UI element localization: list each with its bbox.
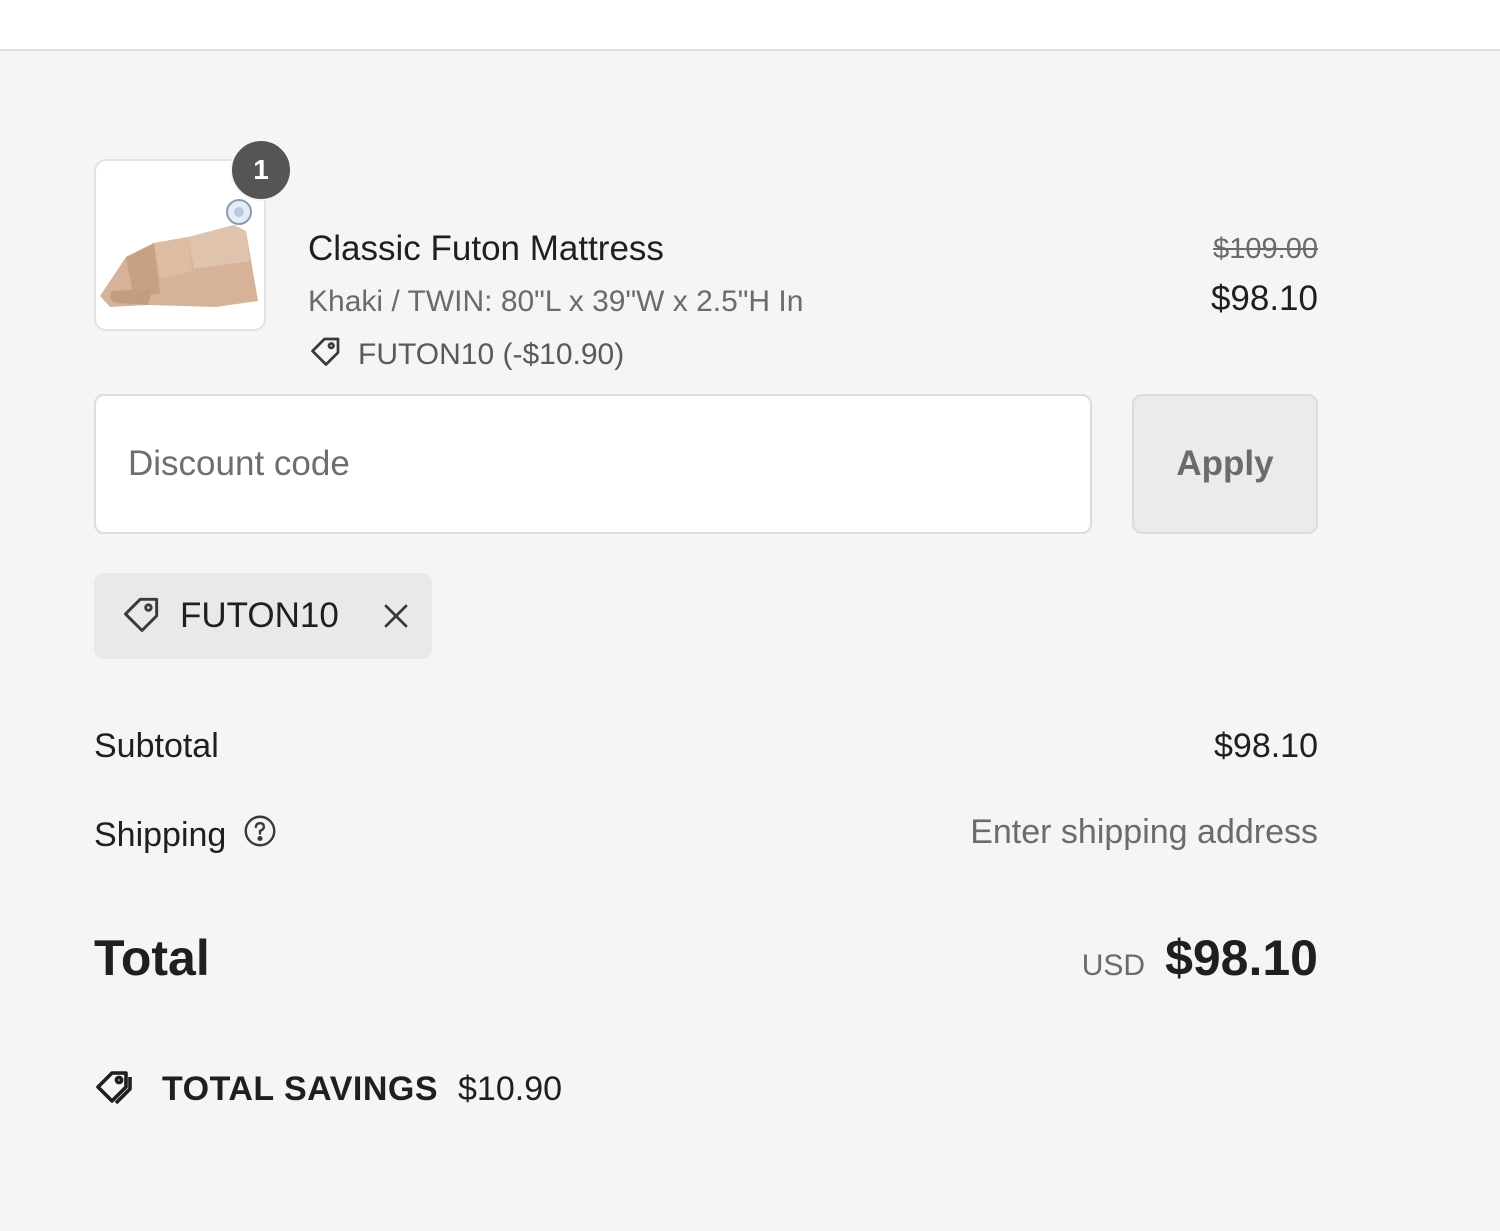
discount-code-input[interactable] (94, 394, 1092, 534)
total-amount: USD $98.10 (1082, 929, 1318, 987)
shipping-label: Shipping (94, 816, 227, 854)
order-summary: 1 Classic Futon Mattress Khaki / TWIN: 8… (0, 51, 1500, 1231)
subtotal-value: $98.10 (1214, 727, 1318, 765)
apply-button[interactable]: Apply (1132, 394, 1318, 534)
savings-value: $10.90 (458, 1070, 563, 1108)
savings-label: TOTAL SAVINGS (162, 1070, 439, 1108)
subtotal-label: Subtotal (94, 727, 219, 765)
applied-code-label: FUTON10 (180, 596, 339, 635)
total-savings: TOTAL SAVINGS $10.90 (94, 1061, 562, 1118)
current-price: $98.10 (1210, 279, 1318, 318)
quantity-badge: 1 (230, 139, 292, 201)
product-name: Classic Futon Mattress (308, 229, 664, 268)
remove-discount-button[interactable] (379, 599, 413, 633)
total-value: $98.10 (1165, 930, 1318, 986)
line-item-discount-label: FUTON10 (-$10.90) (358, 338, 625, 371)
applied-discount-chip: FUTON10 (94, 573, 432, 659)
close-icon (384, 604, 408, 628)
currency-code: USD (1081, 949, 1146, 982)
cart-line-item: 1 Classic Futon Mattress Khaki / TWIN: 8… (94, 139, 1318, 371)
total-label: Total (94, 930, 210, 986)
savings-tag-icon (94, 1061, 142, 1118)
shipping-value: Enter shipping address (970, 813, 1318, 851)
tag-icon (120, 592, 164, 641)
product-variant: Khaki / TWIN: 80"L x 39"W x 2.5"H In (308, 285, 804, 318)
original-price: $109.00 (1213, 233, 1318, 265)
line-item-discount: FUTON10 (-$10.90) (308, 333, 624, 377)
product-thumbnail: 1 (94, 139, 292, 331)
shipping-row-label: Shipping (94, 813, 278, 858)
tag-icon (308, 333, 344, 377)
help-icon[interactable] (242, 813, 278, 858)
header-strip (0, 0, 1500, 51)
